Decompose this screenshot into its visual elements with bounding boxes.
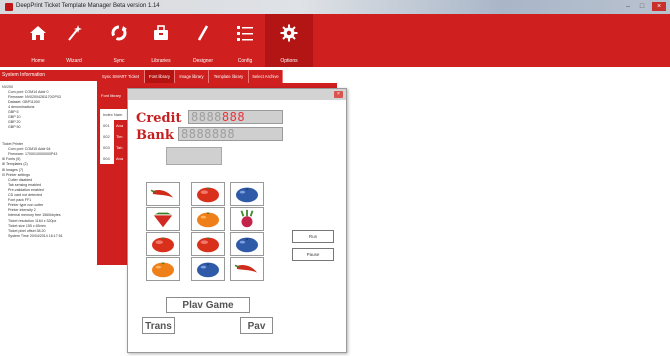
play-game-button[interactable]: Plav Game (166, 297, 250, 313)
config-label: Config (237, 58, 253, 64)
dialog-close-button[interactable]: × (334, 91, 343, 98)
library-subhead: Font library (101, 93, 122, 98)
tab-template-library[interactable]: Template library (209, 70, 249, 83)
bank-digits: 8888888 (181, 127, 236, 141)
pen-icon (197, 25, 209, 41)
tomato-icon (152, 237, 174, 253)
sync-icon (111, 25, 127, 41)
reel-cell (191, 257, 225, 281)
reel-cell (230, 207, 264, 231)
options-label: Options (280, 58, 298, 64)
options-button[interactable]: Options (265, 14, 313, 67)
orange-icon (197, 212, 219, 228)
designer-label: Designer (192, 58, 213, 64)
minimize-button[interactable]: – (622, 2, 634, 11)
close-button[interactable]: × (652, 2, 666, 11)
wand-icon (68, 25, 82, 41)
reel-cell (191, 182, 225, 206)
row-index: 004 (103, 156, 110, 161)
reel-cell (230, 232, 264, 256)
libraries-button[interactable]: Libraries (137, 14, 185, 67)
reel-cell (191, 232, 225, 256)
sync-button[interactable]: Sync (95, 14, 143, 67)
message-box (166, 147, 222, 165)
config-button[interactable]: Config (221, 14, 269, 67)
libraries-label: Libraries (151, 58, 171, 64)
bank-display: 8888888 (178, 127, 283, 141)
credit-value: 888 (221, 110, 246, 124)
tab-font-library[interactable]: Font library (145, 70, 175, 83)
home-icon (30, 26, 46, 40)
maximize-button[interactable]: □ (636, 2, 648, 11)
tree-line: GBP 50 (8, 125, 21, 129)
tree-line: System Time 20/04/2014 16:17:51 (8, 233, 63, 238)
tab-select-archive[interactable]: Select Archive (249, 70, 283, 83)
sync-label: Sync (113, 58, 125, 64)
list-icon (237, 26, 253, 41)
wizard-button[interactable]: Wizard (50, 14, 98, 67)
reel-cell (191, 207, 225, 231)
blueberry-icon (236, 187, 258, 203)
row-index: 002 (103, 134, 110, 139)
reel-cell (230, 182, 264, 206)
tomato-icon (197, 187, 219, 203)
reel-cell (146, 257, 180, 281)
strawberry-icon (153, 212, 173, 228)
chili-icon (150, 189, 174, 198)
row-index: 003 (103, 145, 110, 150)
wizard-label: Wizard (66, 58, 82, 64)
tab-sync-smart-ticket[interactable]: Sync SMART Ticket (97, 70, 145, 83)
run-button[interactable]: Run (292, 230, 334, 243)
credit-label: Credit (136, 111, 182, 126)
app-logo-icon (5, 3, 13, 11)
reel-cell (230, 257, 264, 281)
slot-game-dialog: × Credit 8888888 Bank 8888888 Run Pause … (127, 88, 347, 353)
row-index: 001 (103, 123, 110, 128)
window-title: DeepPrint Ticket Template Manager Beta v… (16, 3, 160, 9)
chili-icon (234, 264, 258, 273)
pay-button[interactable]: Pav (240, 317, 273, 334)
ribbon-toolbar: Home Wizard Sync Libraries Designer Conf… (0, 14, 670, 67)
pause-button[interactable]: Pause (292, 248, 334, 261)
bank-label: Bank (136, 128, 174, 143)
designer-button[interactable]: Designer (179, 14, 227, 67)
radish-icon (240, 209, 254, 228)
reel-cell (146, 232, 180, 256)
tomato-icon (197, 237, 219, 253)
blueberry-icon (236, 237, 258, 253)
panel-header: System Information (0, 70, 97, 81)
system-info-panel: System Information NV200 Com port: COM14 … (0, 67, 97, 356)
dialog-title-bar: × (128, 89, 346, 100)
gear-icon (280, 24, 298, 42)
tab-strip: Sync SMART Ticket Font library Image lib… (97, 70, 317, 83)
orange-icon (152, 262, 174, 278)
credit-display: 8888888 (188, 110, 283, 124)
credit-digits: 8888 (191, 110, 222, 124)
reel-cell (146, 207, 180, 231)
tab-image-library[interactable]: Image library (175, 70, 209, 83)
reel-cell (146, 182, 180, 206)
trans-button[interactable]: Trans (142, 317, 175, 334)
blueberry-icon (197, 262, 219, 278)
title-bar: DeepPrint Ticket Template Manager Beta v… (0, 0, 670, 14)
briefcase-icon (154, 25, 168, 40)
